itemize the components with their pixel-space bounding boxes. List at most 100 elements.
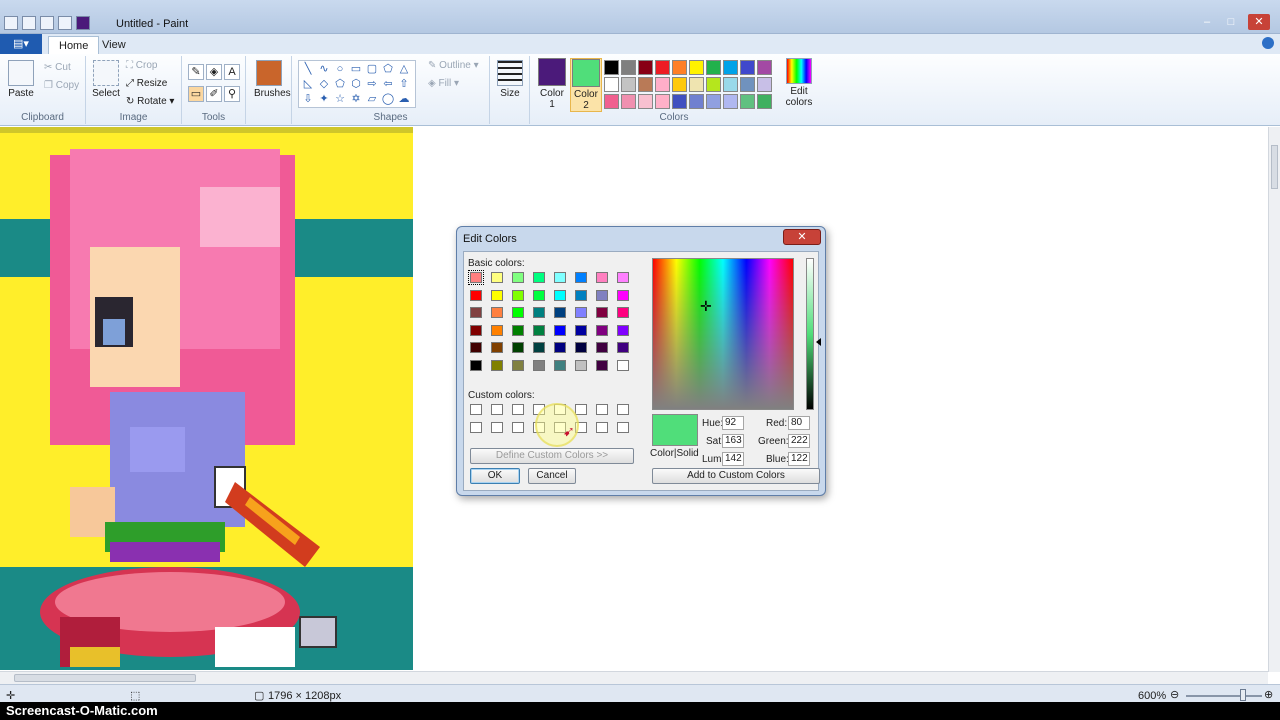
text-icon[interactable]: A xyxy=(224,64,240,80)
palette-swatch[interactable] xyxy=(604,94,619,109)
custom-color-swatch[interactable] xyxy=(617,421,629,433)
palette-swatch[interactable] xyxy=(638,77,653,92)
basic-color-swatch[interactable] xyxy=(512,307,524,318)
basic-color-swatch[interactable] xyxy=(491,272,503,283)
palette-swatch[interactable] xyxy=(604,77,619,92)
basic-color-swatch[interactable] xyxy=(470,307,482,318)
basic-color-swatch[interactable] xyxy=(554,272,566,283)
zoom-out-icon[interactable]: ⊖ xyxy=(1170,688,1179,701)
paint-app-icon[interactable] xyxy=(4,16,18,30)
basic-color-swatch[interactable] xyxy=(617,289,629,301)
custom-color-swatch[interactable] xyxy=(596,421,608,433)
custom-color-swatch[interactable] xyxy=(470,421,482,433)
basic-color-swatch[interactable] xyxy=(533,359,545,371)
add-to-custom-colors-button[interactable]: Add to Custom Colors xyxy=(652,468,820,484)
palette-swatch[interactable] xyxy=(638,94,653,109)
palette-swatch[interactable] xyxy=(655,77,670,92)
zoom-slider-thumb[interactable] xyxy=(1240,689,1246,701)
define-custom-colors-button[interactable]: Define Custom Colors >> xyxy=(470,448,634,464)
palette-swatch[interactable] xyxy=(757,77,772,92)
basic-color-swatch[interactable] xyxy=(554,307,566,318)
crop-button[interactable]: ⛶ Crop xyxy=(126,60,157,71)
fill-dropdown[interactable]: ◈ Fill ▾ xyxy=(428,78,459,89)
basic-color-swatch[interactable] xyxy=(533,272,545,283)
palette-swatch[interactable] xyxy=(706,94,721,109)
color-2-button[interactable]: Color 2 xyxy=(570,58,602,112)
pentagon-shape-icon[interactable]: ⬠ xyxy=(332,77,348,92)
basic-color-swatch[interactable] xyxy=(596,359,608,371)
palette-swatch[interactable] xyxy=(740,77,755,92)
oval-shape-icon[interactable]: ○ xyxy=(332,62,348,77)
basic-color-swatch[interactable] xyxy=(617,342,629,353)
custom-color-swatch[interactable] xyxy=(512,404,524,415)
basic-color-swatch[interactable] xyxy=(575,359,587,371)
eraser-icon[interactable]: ▭ xyxy=(188,86,204,102)
palette-swatch[interactable] xyxy=(740,60,755,75)
basic-color-swatch[interactable] xyxy=(596,272,608,283)
tab-view[interactable]: View xyxy=(92,36,136,54)
zoom-in-icon[interactable]: ⊕ xyxy=(1264,688,1273,701)
custom-color-swatch[interactable] xyxy=(491,421,503,433)
size-button[interactable]: Size xyxy=(496,60,524,99)
copy-button[interactable]: ❐ Copy xyxy=(44,80,79,91)
basic-color-swatch[interactable] xyxy=(491,324,503,336)
palette-swatch[interactable] xyxy=(706,77,721,92)
triangle-shape-icon[interactable]: △ xyxy=(396,62,412,77)
palette-swatch[interactable] xyxy=(689,60,704,75)
palette-swatch[interactable] xyxy=(672,94,687,109)
basic-color-swatch[interactable] xyxy=(617,272,629,283)
custom-color-swatch[interactable] xyxy=(617,404,629,415)
brushes-button[interactable]: Brushes xyxy=(254,60,291,99)
select-button[interactable]: Select xyxy=(90,60,122,99)
zoom-slider[interactable] xyxy=(1186,695,1262,697)
left-arrow-shape-icon[interactable]: ⇦ xyxy=(380,77,396,92)
color-swatch-icon[interactable] xyxy=(76,16,90,30)
basic-color-swatch[interactable] xyxy=(596,307,608,318)
basic-color-swatch[interactable] xyxy=(554,359,566,371)
outline-dropdown[interactable]: ✎ Outline ▾ xyxy=(428,60,479,71)
basic-color-swatch[interactable] xyxy=(596,342,608,353)
up-arrow-shape-icon[interactable]: ⇧ xyxy=(396,77,412,92)
basic-color-swatch[interactable] xyxy=(512,289,524,301)
magnifier-icon[interactable]: ⚲ xyxy=(224,86,240,102)
basic-color-swatch[interactable] xyxy=(575,324,587,336)
paste-button[interactable]: Paste xyxy=(6,60,36,99)
rectangle-shape-icon[interactable]: ▭ xyxy=(348,62,364,77)
four-point-star-shape-icon[interactable]: ✦ xyxy=(316,92,332,107)
basic-color-swatch[interactable] xyxy=(554,324,566,336)
horizontal-scroll-thumb[interactable] xyxy=(14,674,196,682)
palette-swatch[interactable] xyxy=(655,94,670,109)
custom-color-swatch[interactable] xyxy=(491,404,503,415)
basic-color-swatch[interactable] xyxy=(470,342,482,353)
basic-color-swatch[interactable] xyxy=(512,342,524,353)
palette-swatch[interactable] xyxy=(723,77,738,92)
basic-color-swatch[interactable] xyxy=(617,359,629,371)
file-menu-button[interactable]: ▤▾ xyxy=(0,34,42,54)
custom-color-swatch[interactable] xyxy=(470,404,482,415)
basic-color-swatch[interactable] xyxy=(491,307,503,318)
palette-swatch[interactable] xyxy=(757,60,772,75)
palette-swatch[interactable] xyxy=(757,94,772,109)
image-canvas[interactable] xyxy=(0,127,413,670)
six-point-star-shape-icon[interactable]: ✡ xyxy=(348,92,364,107)
palette-swatch[interactable] xyxy=(672,60,687,75)
horizontal-scrollbar[interactable] xyxy=(0,671,1268,684)
basic-color-swatch[interactable] xyxy=(554,342,566,353)
basic-color-swatch[interactable] xyxy=(575,272,587,283)
rotate-button[interactable]: ↻ Rotate ▾ xyxy=(126,96,174,107)
basic-color-swatch[interactable] xyxy=(596,289,608,301)
redo-icon[interactable] xyxy=(58,16,72,30)
right-triangle-shape-icon[interactable]: ◺ xyxy=(300,77,316,92)
line-shape-icon[interactable]: ╲ xyxy=(300,62,316,77)
basic-color-swatch[interactable] xyxy=(533,307,545,318)
color-spectrum[interactable] xyxy=(652,258,794,410)
oval-callout-shape-icon[interactable]: ◯ xyxy=(380,92,396,107)
basic-color-swatch[interactable] xyxy=(617,307,629,318)
down-arrow-shape-icon[interactable]: ⇩ xyxy=(300,92,316,107)
cloud-callout-shape-icon[interactable]: ☁ xyxy=(396,92,412,107)
dialog-close-button[interactable]: ✕ xyxy=(783,229,821,245)
basic-color-swatch[interactable] xyxy=(512,359,524,371)
save-icon[interactable] xyxy=(22,16,36,30)
rounded-rectangle-shape-icon[interactable]: ▢ xyxy=(364,62,380,77)
luminosity-arrow-icon[interactable] xyxy=(816,338,821,346)
